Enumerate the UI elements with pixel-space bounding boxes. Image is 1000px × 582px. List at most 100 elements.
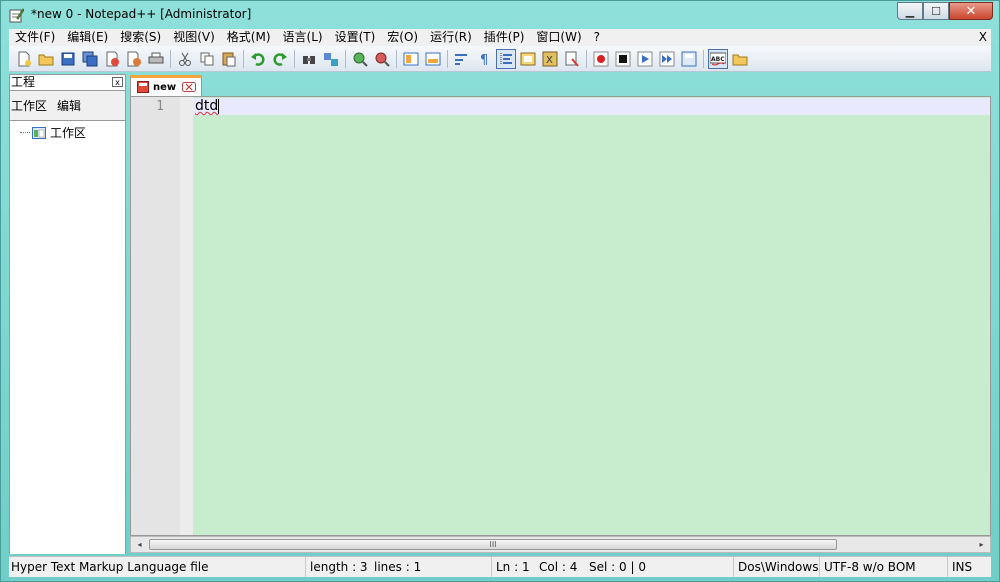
copy-button[interactable]: [198, 50, 216, 68]
close-window-button[interactable]: ✕: [949, 2, 993, 20]
tree-item-label: 工作区: [50, 126, 87, 140]
menu-help[interactable]: ?: [588, 29, 606, 46]
close-all-button[interactable]: [125, 50, 143, 68]
save-button[interactable]: [59, 50, 77, 68]
status-insert-mode[interactable]: INS: [947, 557, 991, 577]
close-document-button[interactable]: X: [979, 29, 987, 46]
toolbar-separator: [586, 49, 587, 68]
status-bar: Hyper Text Markup Language file length :…: [9, 556, 991, 577]
text-caret: [218, 98, 220, 114]
save-macro-button[interactable]: [680, 50, 698, 68]
project-panel-close-button[interactable]: x: [112, 77, 123, 87]
project-tree: 工作区: [10, 120, 125, 554]
title-bar[interactable]: *new 0 - Notepad++ [Administrator] ▁ ☐ ✕: [1, 1, 999, 29]
sync-horizontal-button[interactable]: [424, 50, 442, 68]
record-macro-icon: [593, 51, 609, 66]
menu-window[interactable]: 窗口(W): [530, 29, 587, 46]
document-map-icon: [565, 51, 579, 67]
indent-guide-icon: [500, 52, 512, 65]
run-macro-multiple-icon: [659, 51, 675, 66]
print-button[interactable]: [147, 50, 165, 68]
tab-label: new: [153, 81, 177, 93]
project-panel-title: 工程: [11, 75, 36, 89]
undo-button[interactable]: [249, 50, 267, 68]
find-icon: [303, 55, 315, 64]
workspace-icon: [32, 126, 46, 139]
menu-settings[interactable]: 设置(T): [329, 29, 382, 46]
close-button[interactable]: [103, 50, 121, 68]
replace-icon: [324, 52, 338, 66]
menu-run[interactable]: 运行(R): [424, 29, 478, 46]
status-selection: Sel : 0 | 0: [589, 560, 646, 574]
minimize-button[interactable]: ▁: [897, 2, 923, 20]
open-file-button[interactable]: [37, 50, 55, 68]
editor-area[interactable]: 1 dtd: [130, 96, 991, 536]
tab-new[interactable]: new: [130, 75, 202, 96]
panel-menu-edit[interactable]: 编辑: [57, 97, 81, 114]
stop-macro-icon: [615, 51, 631, 66]
zoom-in-icon: [353, 52, 368, 67]
panel-menu-workspace[interactable]: 工作区: [11, 97, 47, 114]
word-wrap-icon: [455, 53, 467, 65]
folder-button[interactable]: [731, 50, 749, 68]
menu-plugins[interactable]: 插件(P): [478, 29, 531, 46]
code-line[interactable]: dtd: [195, 98, 220, 115]
redo-button[interactable]: [271, 50, 289, 68]
cut-button[interactable]: [176, 50, 194, 68]
line-number-gutter: 1: [131, 97, 181, 535]
horizontal-scrollbar[interactable]: ◂ III ▸: [130, 536, 991, 553]
code-text: dtd: [195, 98, 219, 114]
maximize-button[interactable]: ☐: [923, 2, 949, 20]
word-wrap-button[interactable]: [453, 50, 471, 68]
new-file-button[interactable]: [15, 50, 33, 68]
project-panel-header: 工程 x: [10, 75, 125, 91]
scroll-left-button[interactable]: ◂: [133, 538, 146, 551]
paste-button[interactable]: [220, 50, 238, 68]
sync-vertical-button[interactable]: [402, 50, 420, 68]
indent-guide-button[interactable]: [496, 48, 516, 69]
svg-text:ABC: ABC: [711, 56, 725, 63]
zoom-out-button[interactable]: [373, 50, 391, 68]
open-file-icon: [38, 54, 54, 65]
replace-button[interactable]: [322, 50, 340, 68]
menu-view[interactable]: 视图(V): [167, 29, 221, 46]
stop-macro-button[interactable]: [614, 50, 632, 68]
menu-file[interactable]: 文件(F): [9, 29, 61, 46]
scroll-right-button[interactable]: ▸: [975, 538, 988, 551]
run-macro-multiple-button[interactable]: [658, 50, 676, 68]
user-language-icon: [520, 52, 536, 65]
zoom-out-icon: [375, 52, 390, 67]
spell-check-button[interactable]: ABC: [708, 48, 728, 69]
menu-format[interactable]: 格式(M): [221, 29, 277, 46]
tab-close-icon[interactable]: [182, 82, 197, 92]
close-icon: [106, 51, 119, 66]
toolbar-separator: [345, 49, 346, 68]
show-all-chars-icon: ¶: [480, 53, 488, 67]
minimize-icon: ▁: [905, 4, 915, 18]
scroll-thumb[interactable]: III: [149, 539, 837, 550]
show-all-chars-button[interactable]: ¶: [475, 50, 493, 68]
app-window: *new 0 - Notepad++ [Administrator] ▁ ☐ ✕…: [0, 0, 1000, 582]
menu-macro[interactable]: 宏(O): [381, 29, 424, 46]
user-language-button[interactable]: [519, 50, 537, 68]
close-icon: ✕: [965, 3, 977, 19]
spell-check-icon: ABC: [710, 52, 726, 65]
play-macro-button[interactable]: [636, 50, 654, 68]
function-list-button[interactable]: X: [541, 50, 559, 68]
record-macro-button[interactable]: [592, 50, 610, 68]
undo-icon: [251, 52, 265, 66]
menu-edit[interactable]: 编辑(E): [61, 29, 114, 46]
menu-language[interactable]: 语言(L): [277, 29, 329, 46]
status-encoding[interactable]: UTF-8 w/o BOM: [819, 557, 947, 577]
document-map-button[interactable]: [563, 50, 581, 68]
fold-margin[interactable]: [180, 97, 193, 535]
new-file-icon: [18, 51, 31, 66]
status-eol-format[interactable]: Dos\Windows: [733, 557, 819, 577]
save-all-button[interactable]: [81, 50, 99, 68]
tree-item-workspace[interactable]: 工作区: [20, 124, 86, 141]
zoom-in-button[interactable]: [351, 50, 369, 68]
sync-vertical-icon: [403, 52, 419, 65]
find-button[interactable]: [300, 50, 318, 68]
menu-search[interactable]: 搜索(S): [114, 29, 167, 46]
save-macro-icon: [681, 51, 697, 66]
